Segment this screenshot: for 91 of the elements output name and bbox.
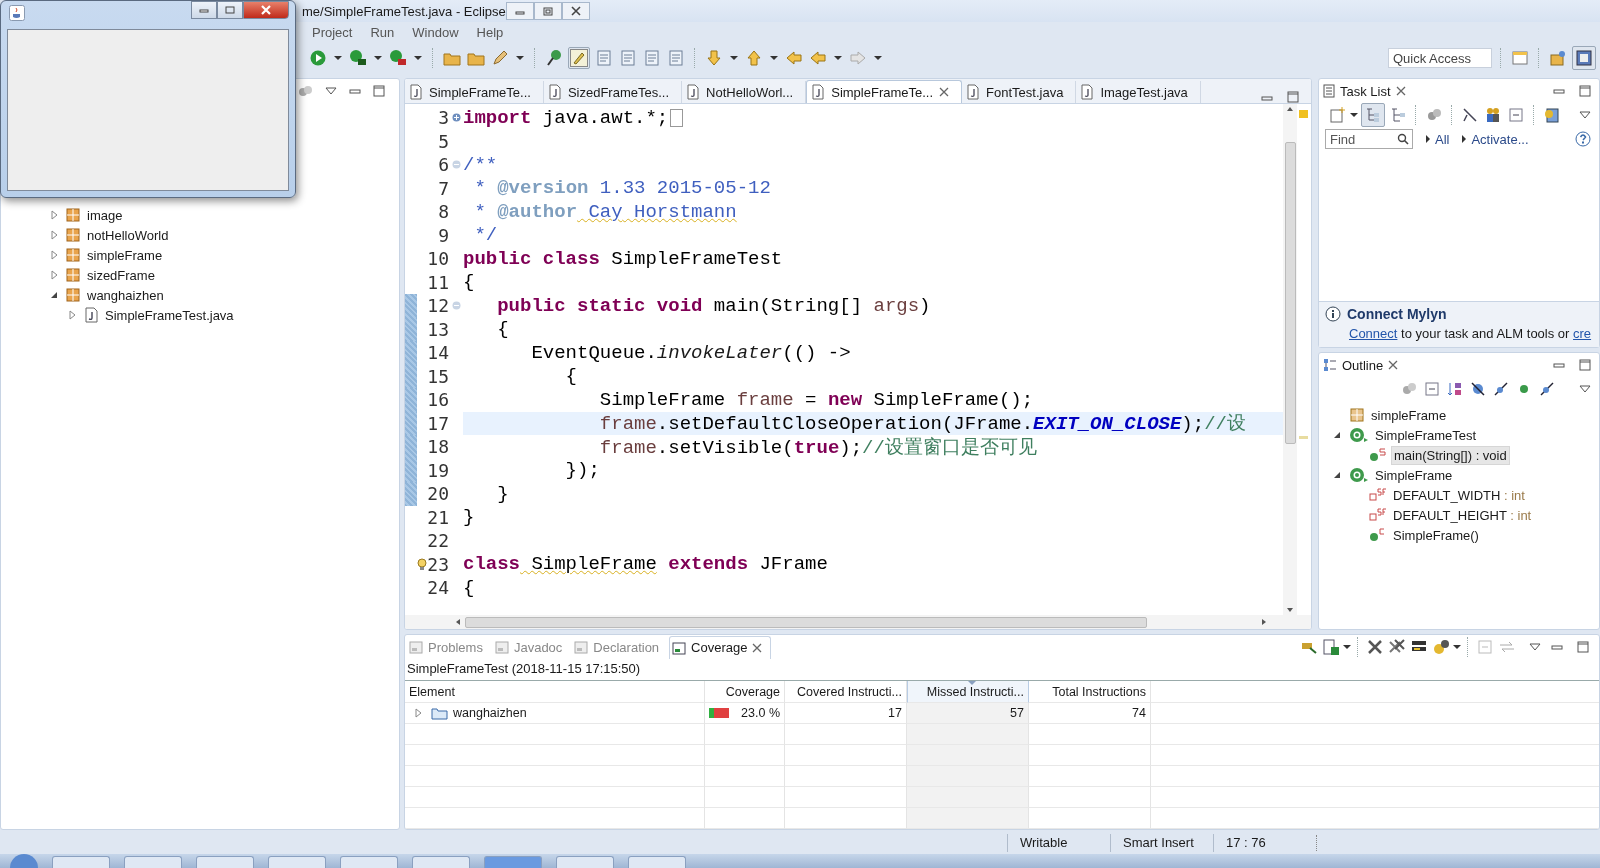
line-number: 10 — [427, 247, 449, 271]
code-line: public static void main(String[] args) — [496, 294, 931, 317]
line-number: 11 — [427, 270, 449, 294]
outline-item[interactable]: simpleFrame — [1369, 406, 1449, 424]
column-header[interactable]: Coverage — [705, 681, 785, 703]
quick-access-field[interactable]: Quick Access — [1388, 48, 1492, 68]
view-tab[interactable]: Declaration — [572, 636, 668, 658]
line-number: 24 — [427, 576, 449, 600]
find-field[interactable]: Find — [1325, 129, 1413, 149]
code-line: { — [564, 365, 578, 388]
outline-item[interactable]: SimpleFrame() — [1391, 526, 1481, 544]
code-line: { — [463, 576, 475, 599]
editor-tab[interactable]: SizedFrameTes... — [543, 81, 683, 103]
code-line: import java.awt.*; — [463, 106, 669, 129]
editor-tab[interactable]: FontTest.java — [962, 81, 1077, 103]
editor-tab[interactable]: ImageTest.java — [1076, 81, 1201, 103]
code-line: } — [463, 506, 475, 529]
editor-tab[interactable]: NotHelloWorl... — [682, 81, 807, 103]
view-tab[interactable]: Coverage — [669, 635, 772, 659]
tree-item[interactable]: wanghaizhen — [87, 287, 164, 303]
editor-tab[interactable]: SimpleFrameTe... — [405, 81, 544, 103]
line-number: 7 — [437, 176, 449, 200]
line-number: 18 — [427, 435, 449, 459]
code-line: { — [496, 318, 509, 341]
view-tab[interactable]: Outline — [1342, 357, 1384, 373]
tree-item[interactable]: notHelloWorld — [87, 227, 169, 243]
table-cell: 17 — [888, 706, 902, 720]
editor-tab[interactable]: SimpleFrameTe... — [806, 80, 963, 103]
line-number: 8 — [437, 200, 449, 224]
code-line: * @version 1.33 2015-05-12 — [473, 177, 771, 200]
menu-item[interactable]: Project — [312, 24, 353, 40]
filter-link[interactable]: All — [1435, 131, 1450, 147]
connect-link[interactable]: Connect — [1349, 326, 1398, 341]
line-number: 17 — [427, 411, 449, 435]
session-label: SimpleFrameTest (2018-11-15 17:15:50) — [405, 659, 1599, 681]
window-title: me/SimpleFrameTest.java - Eclipse — [302, 3, 506, 19]
filter-link[interactable]: Activate... — [1471, 131, 1529, 147]
line-number: 12 — [427, 294, 449, 318]
outline-item[interactable]: DEFAULT_WIDTH : int — [1391, 486, 1527, 504]
outline-item[interactable]: SimpleFrame — [1373, 466, 1455, 484]
menu-item[interactable]: Help — [476, 24, 504, 40]
code-line: { — [463, 271, 475, 294]
line-number: 22 — [427, 529, 449, 553]
line-number: 13 — [427, 317, 449, 341]
code-line: */ — [473, 224, 498, 247]
table-cell: 74 — [1132, 706, 1146, 720]
line-number: 15 — [427, 364, 449, 388]
line-number: 5 — [437, 129, 449, 153]
line-number: 20 — [427, 482, 449, 506]
line-number: 3 — [437, 106, 449, 130]
tree-item[interactable]: image — [87, 207, 123, 223]
code-line: } — [496, 482, 509, 505]
code-line: /** — [463, 153, 498, 176]
status-item: 17 : 76 — [1213, 834, 1316, 852]
code-line: }); — [564, 459, 600, 482]
code-line: frame.setDefaultCloseOperation(JFrame.EXIT_ON_CLOSE);//设 — [598, 412, 1246, 437]
outline-item[interactable]: main(String[]) : void — [1391, 445, 1510, 465]
status-item: Writable — [1007, 834, 1110, 852]
mylyn-heading: Connect Mylyn — [1347, 306, 1447, 322]
menu-item[interactable]: Window — [412, 24, 459, 40]
table-cell: 57 — [1010, 706, 1024, 720]
code-line: SimpleFrame frame = new SimpleFrame(); — [598, 388, 1034, 411]
code-line: EventQueue.invokeLater(() -> — [530, 341, 851, 364]
column-header[interactable]: Missed Instructi... — [907, 681, 1029, 703]
code-line: * @author Cay Horstmann — [473, 200, 737, 223]
outline-item[interactable]: SimpleFrameTest — [1373, 426, 1479, 444]
tree-item[interactable]: SimpleFrameTest.java — [105, 307, 234, 323]
line-number: 6 — [437, 153, 449, 177]
table-cell: 23.0 % — [741, 706, 780, 720]
table-cell: wanghaizhen — [453, 706, 527, 720]
code-line: class SimpleFrame extends JFrame — [463, 553, 828, 576]
line-number: 19 — [427, 458, 449, 482]
view-tab[interactable]: Problems — [407, 636, 491, 658]
tree-item[interactable]: simpleFrame — [87, 247, 163, 263]
line-number: 21 — [427, 505, 449, 529]
line-number: 14 — [427, 341, 449, 365]
outline-item[interactable]: DEFAULT_HEIGHT : int — [1391, 506, 1534, 524]
code-line: frame.setVisible(true);//设置窗口是否可见 — [598, 435, 1037, 460]
view-tab[interactable]: Javadoc — [492, 636, 571, 658]
column-header[interactable]: Total Instructions — [1029, 681, 1151, 703]
mylyn-message: Connect to your task and ALM tools or cre — [1349, 326, 1593, 341]
view-tab[interactable]: Task List — [1340, 83, 1391, 99]
column-header[interactable]: Element — [405, 681, 705, 703]
code-line: public class SimpleFrameTest — [463, 247, 783, 270]
create-link[interactable]: cre — [1573, 326, 1592, 341]
tree-item[interactable]: sizedFrame — [87, 267, 155, 283]
menu-item[interactable]: Run — [370, 24, 395, 40]
line-number: 16 — [427, 388, 449, 412]
line-number: 9 — [437, 223, 449, 247]
line-number: 23 — [427, 552, 449, 576]
status-item: Smart Insert — [1110, 834, 1213, 852]
